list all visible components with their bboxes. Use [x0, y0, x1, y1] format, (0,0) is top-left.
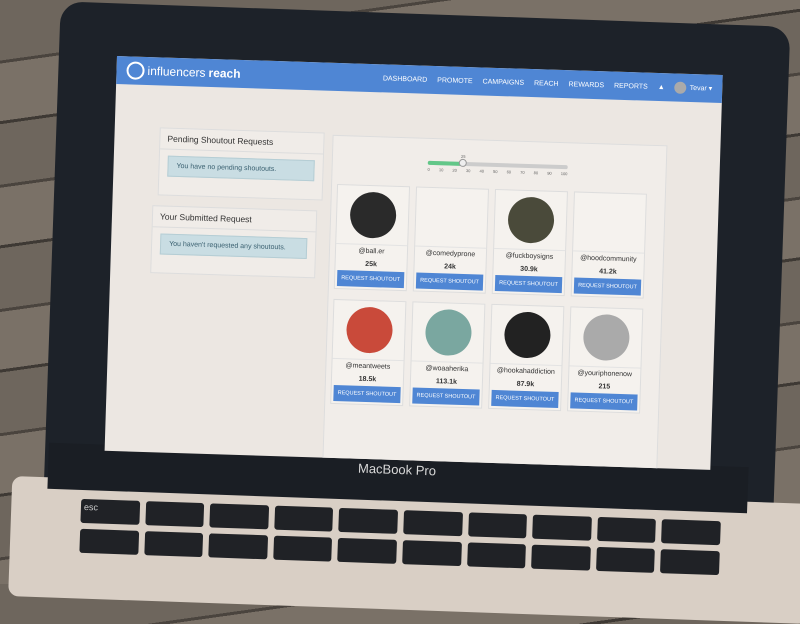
key	[208, 533, 268, 560]
account-card: @comedyprone 24k REQUEST SHOUTOUT	[412, 186, 490, 294]
request-shoutout-button[interactable]: REQUEST SHOUTOUT	[333, 384, 401, 404]
key	[531, 544, 591, 571]
key	[595, 546, 656, 573]
key	[143, 531, 204, 558]
slider-thumb[interactable]	[458, 158, 467, 168]
key	[337, 537, 397, 564]
account-avatar	[582, 313, 630, 362]
nav-rewards[interactable]: REWARDS	[568, 81, 604, 89]
request-shoutout-button[interactable]: REQUEST SHOUTOUT	[491, 389, 559, 409]
nav-dashboard[interactable]: DASHBOARD	[383, 75, 428, 83]
account-avatar	[503, 311, 551, 359]
key	[79, 528, 139, 555]
slider-tick: 60	[506, 169, 512, 175]
slider-tick: 30	[465, 168, 471, 174]
slider-tick: 40	[479, 168, 485, 174]
user-name: Tevar	[689, 84, 707, 93]
request-shoutout-button[interactable]: REQUEST SHOUTOUT	[494, 274, 563, 294]
brand-bold: reach	[208, 65, 241, 81]
slider-tick: 80	[533, 170, 539, 176]
submitted-alert: You haven't requested any shoutouts.	[159, 233, 308, 260]
key	[338, 507, 399, 534]
device-label: MacBook Pro	[357, 460, 437, 479]
accounts-panel: 25 0 10 20 30 40 50 60 70 80 90 100 @ball.er 25k R…	[322, 134, 668, 470]
logo[interactable]: influencers reach	[126, 61, 241, 83]
key	[274, 505, 334, 532]
account-card: @youriphonenow 215 REQUEST SHOUTOUT	[567, 306, 644, 414]
account-avatar	[348, 191, 397, 239]
account-avatar	[585, 198, 634, 247]
bell-icon[interactable]: ▲	[658, 84, 665, 91]
submitted-title: Your Submitted Request	[152, 206, 317, 233]
account-avatar	[506, 196, 555, 244]
key	[209, 503, 269, 530]
account-card: @hoodcommunity 41.2k REQUEST SHOUTOUT	[570, 191, 647, 299]
key	[467, 512, 528, 539]
request-shoutout-button[interactable]: REQUEST SHOUTOUT	[570, 392, 638, 411]
accounts-grid: @ball.er 25k REQUEST SHOUTOUT @comedypro…	[330, 183, 647, 414]
slider-tick: 0	[427, 166, 430, 172]
request-shoutout-button[interactable]: REQUEST SHOUTOUT	[415, 272, 484, 291]
account-avatar	[345, 306, 393, 354]
brand-light: influencers	[147, 63, 206, 80]
screen: influencers reach DASHBOARD PROMOTE CAMPA…	[104, 56, 723, 470]
slider-tick: 20	[452, 167, 457, 173]
slider-tick: 100	[560, 170, 568, 177]
key	[596, 516, 657, 543]
account-avatar	[427, 193, 476, 242]
slider-tick: 70	[520, 169, 525, 175]
pending-panel: Pending Shoutout Requests You have no pe…	[157, 127, 325, 201]
nav-reach[interactable]: REACH	[534, 80, 559, 88]
key	[661, 519, 721, 546]
logo-icon	[126, 61, 145, 80]
key	[402, 540, 462, 567]
key	[403, 510, 463, 537]
nav-menu: DASHBOARD PROMOTE CAMPAIGNS REACH REWARD…	[383, 72, 713, 94]
key-esc: esc	[80, 498, 140, 525]
request-shoutout-button[interactable]: REQUEST SHOUTOUT	[412, 387, 480, 406]
submitted-panel: Your Submitted Request You haven't reque…	[150, 205, 318, 279]
account-card: @meantweets 18.5k REQUEST SHOUTOUT	[330, 298, 407, 407]
pending-alert: You have no pending shoutouts.	[167, 155, 315, 182]
key	[660, 549, 720, 576]
reach-slider[interactable]: 25 0 10 20 30 40 50 60 70 80 90 100	[427, 154, 568, 177]
nav-campaigns[interactable]: CAMPAIGNS	[482, 78, 524, 86]
account-card: @ball.er 25k REQUEST SHOUTOUT	[333, 183, 411, 292]
nav-reports[interactable]: REPORTS	[614, 82, 648, 90]
pending-title: Pending Shoutout Requests	[160, 128, 324, 155]
avatar	[674, 81, 687, 94]
slider-fill	[427, 160, 463, 166]
key	[532, 514, 592, 541]
key	[144, 501, 205, 528]
slider-tick: 90	[547, 170, 552, 176]
slider-tick: 50	[492, 168, 498, 175]
nav-promote[interactable]: PROMOTE	[437, 77, 473, 85]
account-card: @hookahaddiction 87.9k REQUEST SHOUTOUT	[488, 303, 565, 412]
account-card: @woaaherika 113.1k REQUEST SHOUTOUT	[409, 301, 486, 409]
request-shoutout-button[interactable]: REQUEST SHOUTOUT	[573, 277, 642, 296]
slider-value: 25	[460, 153, 466, 159]
slider-tick: 10	[438, 167, 444, 173]
key	[273, 535, 333, 562]
account-card: @fuckboysigns 30.9k REQUEST SHOUTOUT	[491, 188, 568, 297]
user-menu[interactable]: Tevar ▾	[674, 81, 713, 95]
key	[466, 542, 527, 569]
account-avatar	[424, 308, 472, 357]
request-shoutout-button[interactable]: REQUEST SHOUTOUT	[336, 270, 405, 289]
